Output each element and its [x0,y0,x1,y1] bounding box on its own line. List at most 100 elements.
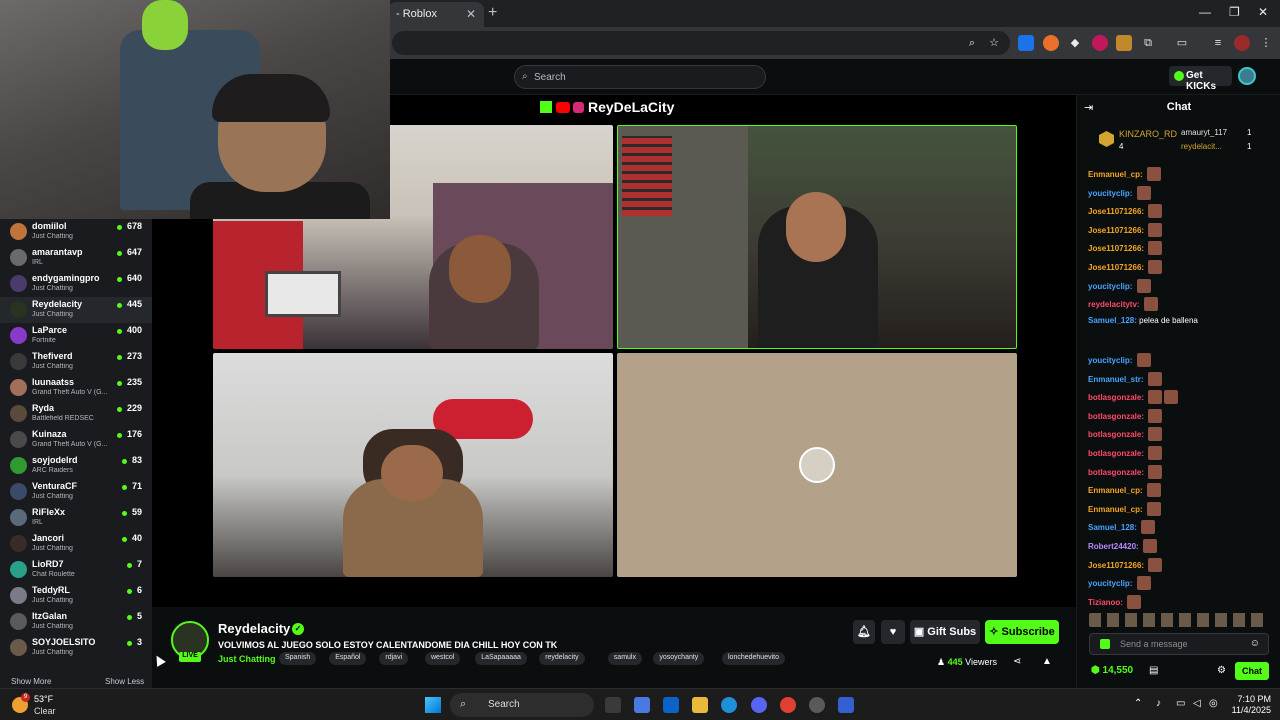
obs-icon[interactable] [809,697,825,713]
microphone-icon[interactable]: ♪ [1156,698,1161,709]
report-icon[interactable]: ▲ [1042,656,1052,667]
weather-temp[interactable]: 53°F [34,694,53,704]
sidebar-channel[interactable]: RiFleXx IRL 59 [0,505,152,531]
chat-username[interactable]: Robert24420: [1088,542,1139,551]
gift-icon[interactable] [1100,639,1110,649]
chat-username[interactable]: reydelacitytv: [1088,300,1140,309]
close-window-icon[interactable]: ✕ [1258,5,1268,19]
outlook-icon[interactable] [663,697,679,713]
sidepanel-icon[interactable]: ▭ [1174,35,1190,51]
sidebar-channel[interactable]: LioRD7 Chat Roulette 7 [0,557,152,583]
chat-username[interactable]: Jose11071266: [1088,226,1144,235]
tray-chevron-icon[interactable]: ⌃ [1134,698,1142,709]
stream-tag[interactable]: yosoychanty [653,652,705,665]
notification-bell-icon[interactable]: 🔔︎ [853,620,875,644]
sidebar-channel[interactable]: Ryda Battlefield REDSEC 229 [0,401,152,427]
task-view-icon[interactable] [605,697,621,713]
profile-avatar[interactable] [1234,35,1250,51]
display-icon[interactable]: ▭ [1176,698,1185,709]
volume-icon[interactable]: ◁ [1193,698,1201,709]
sidebar-channel[interactable]: soyjodelrd ARC Raiders 83 [0,453,152,479]
media-icon[interactable]: ≡ [1210,35,1226,51]
show-more-button[interactable]: Show More [11,677,51,686]
kicks-balance[interactable]: ⬢ 14,550 [1091,665,1133,676]
sidebar-channel[interactable]: Thefiverd Just Chatting 273 [0,349,152,375]
chrome-icon[interactable] [780,697,796,713]
stream-tag[interactable]: lonchedehuevito [722,652,785,665]
extension-icon[interactable] [1092,35,1108,51]
user-avatar[interactable] [1238,67,1256,85]
stream-tag[interactable]: westcol [425,652,461,665]
extension-icon[interactable]: ◆ [1067,35,1083,51]
stream-tag[interactable]: LaSapaaaaa [475,652,527,665]
stream-tag[interactable]: Spanish [279,652,317,665]
chat-username[interactable]: Jose11071266: [1088,263,1144,272]
sidebar-channel[interactable]: LaParce Fortnite 400 [0,323,152,349]
new-tab-icon[interactable]: + [488,4,497,22]
chat-username[interactable]: botlasgonzale: [1088,468,1144,477]
get-kicks-button[interactable]: Get KICKs [1169,66,1232,92]
chat-username[interactable]: Jose11071266: [1088,207,1144,216]
chat-username[interactable]: Enmanuel_str: [1088,375,1144,384]
zoom-icon[interactable]: ⌕ [964,35,980,51]
system-clock[interactable]: 7:10 PM 11/4/2025 [1223,694,1271,716]
windows-start-icon[interactable] [425,697,441,713]
store-icon[interactable]: ▤ [1149,665,1158,676]
show-less-button[interactable]: Show Less [105,677,144,686]
chat-username[interactable]: Enmanuel_cp: [1088,505,1143,514]
chat-username[interactable]: Jose11071266: [1088,244,1144,253]
subscribe-button[interactable]: ✧ Subscribe [985,620,1059,644]
sidebar-channel[interactable]: ItzGalan Just Chatting 5 [0,609,152,635]
sidebar-channel[interactable]: Kuinaza Grand Theft Auto V (G... 176 [0,427,152,453]
chat-username[interactable]: botlasgonzale: [1088,430,1144,439]
extension-icon[interactable] [1116,35,1132,51]
roblox-icon[interactable] [838,697,854,713]
send-chat-button[interactable]: Chat [1235,662,1269,680]
sidebar-channel[interactable]: endygamingpro Just Chatting 640 [0,271,152,297]
edge-icon[interactable] [721,697,737,713]
streamer-name[interactable]: Reydelacity [218,621,290,636]
gifter-name[interactable]: amauryt_117 [1181,128,1227,137]
share-icon[interactable]: ⋖ [1013,656,1021,667]
search-input[interactable]: ⌕ Search [514,65,766,89]
sidebar-channel[interactable]: amarantavp IRL 647 [0,245,152,271]
chat-username[interactable]: Jose11071266: [1088,561,1144,570]
emoji-icon[interactable]: ☺ [1250,638,1260,649]
stream-tag[interactable]: reydelacity [539,652,585,665]
chat-username[interactable]: botlasgonzale: [1088,393,1144,402]
minimize-icon[interactable]: — [1199,5,1211,19]
gifter-name[interactable]: reydelacit... [1181,142,1222,151]
sidebar-channel[interactable]: Reydelacity Just Chatting 445 [0,297,152,323]
network-icon[interactable]: ◎ [1209,698,1218,709]
taskbar-search[interactable]: ⌕ Search [450,693,594,717]
bookmark-star-icon[interactable]: ☆ [986,35,1002,51]
sidebar-channel[interactable]: Jancori Just Chatting 40 [0,531,152,557]
menu-kebab-icon[interactable]: ⋮ [1258,35,1274,51]
chat-username[interactable]: botlasgonzale: [1088,412,1144,421]
chat-username[interactable]: youcityclip: [1088,356,1132,365]
sidebar-channel[interactable]: TeddyRL Just Chatting 6 [0,583,152,609]
extensions-puzzle-icon[interactable]: ⧉ [1140,35,1156,51]
tab-close-icon[interactable]: ✕ [466,7,476,21]
emote-bar[interactable] [1089,613,1269,627]
stream-category[interactable]: Just Chatting [218,654,276,664]
chat-username[interactable]: youcityclip: [1088,282,1132,291]
extension-icon[interactable] [1018,35,1034,51]
copilot-icon[interactable] [634,697,650,713]
chat-input[interactable]: Send a message ☺ [1089,633,1269,655]
sidebar-channel[interactable]: VenturaCF Just Chatting 71 [0,479,152,505]
chat-username[interactable]: Samuel_128: [1088,316,1137,325]
address-bar[interactable] [392,31,1010,55]
chat-username[interactable]: youcityclip: [1088,579,1132,588]
chat-username[interactable]: Samuel_128: [1088,523,1137,532]
extension-icon[interactable] [1043,35,1059,51]
sidebar-channel[interactable]: domiilol Just Chatting 678 [0,219,152,245]
chat-settings-icon[interactable]: ⚙ [1217,665,1226,676]
stream-tag[interactable]: Español [329,652,367,665]
chat-username[interactable]: Enmanuel_cp: [1088,170,1143,179]
chat-username[interactable]: Enmanuel_cp: [1088,486,1143,495]
chat-username[interactable]: youcityclip: [1088,189,1132,198]
browser-tab[interactable]: - Roblox ✕ [388,2,484,27]
sidebar-channel[interactable]: luunaatss Grand Theft Auto V (G... 235 [0,375,152,401]
follow-heart-icon[interactable]: ♥ [881,620,905,644]
